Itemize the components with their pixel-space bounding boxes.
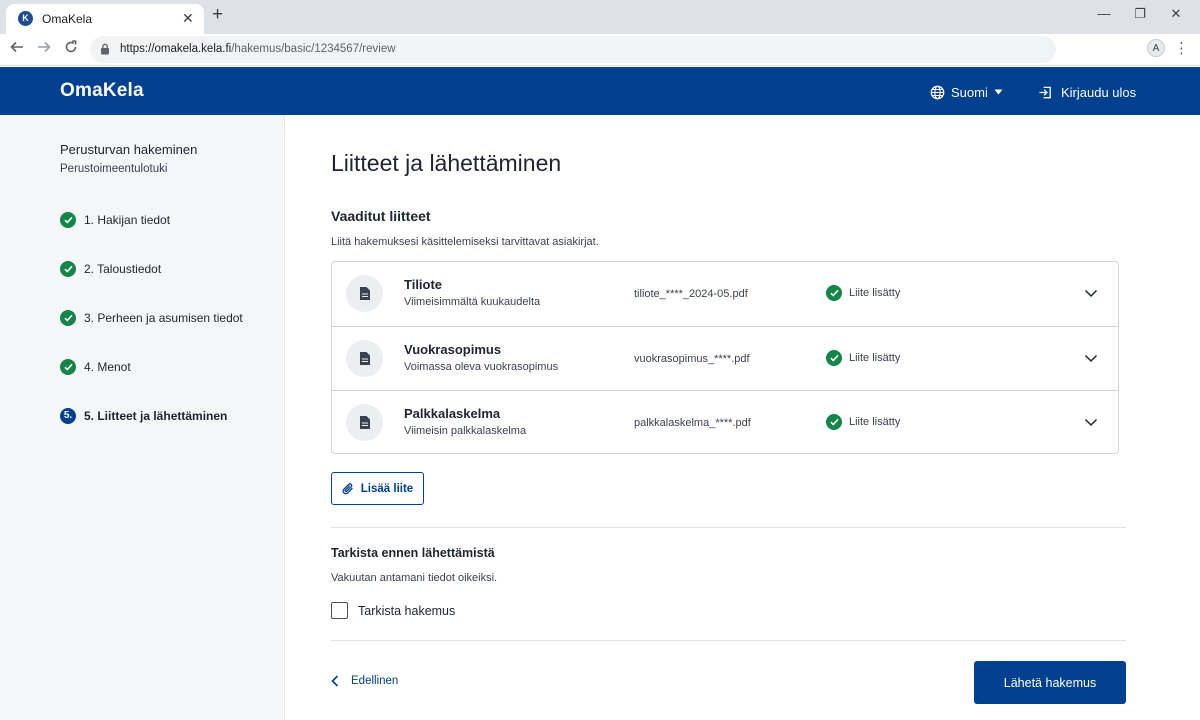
url-text: https://omakela.kela.fi/hakemus/basic/12… (120, 43, 396, 55)
check-circle-icon (60, 310, 76, 326)
paperclip-icon (342, 482, 353, 494)
logout-label: Kirjaudu ulos (1061, 84, 1137, 100)
previous-button[interactable]: Edellinen (331, 675, 398, 687)
browser-menu-icon[interactable]: ⋮ (1174, 39, 1189, 57)
check-circle-icon (60, 212, 76, 228)
footer-divider (331, 640, 1126, 641)
confirm-description: Vakuutan antamani tiedot oikeiksi. (331, 572, 498, 584)
add-attachment-button[interactable]: Lisää liite (331, 472, 424, 505)
attachment-row-palkkalaskelma[interactable]: Palkkalaskelma Viimeisin palkkalaskelma … (332, 390, 1118, 454)
step-label: 3. Perheen ja asumisen tiedot (84, 311, 243, 325)
confirm-checkbox-label: Tarkista hakemus (358, 603, 456, 618)
section-divider (331, 527, 1126, 528)
application-title: Perusturvan hakeminen (60, 142, 198, 157)
step-label: 4. Menot (84, 360, 131, 374)
steps-sidebar: Perusturvan hakeminen Perustoimeentulotu… (0, 115, 285, 720)
chevron-down-icon[interactable] (1084, 286, 1098, 300)
confirm-checkbox-row[interactable]: Tarkista hakemus (331, 602, 455, 619)
attachment-row-tiliote[interactable]: Tiliote Viimeisimmältä kuukaudelta tilio… (332, 262, 1118, 326)
attachment-list: Tiliote Viimeisimmältä kuukaudelta tilio… (331, 261, 1119, 454)
step-label: 2. Taloustiedot (84, 262, 162, 276)
attachment-filename: tiliote_****_2024-05.pdf (634, 288, 748, 300)
attachment-name: Vuokrasopimus (404, 342, 502, 357)
language-label: Suomi (951, 84, 988, 100)
logout-button[interactable]: Kirjaudu ulos (1038, 82, 1136, 102)
reload-icon[interactable] (60, 39, 82, 61)
previous-label: Edellinen (351, 675, 399, 687)
check-circle-icon (826, 414, 842, 430)
attachment-name: Tiliote (404, 277, 443, 292)
required-attachments-heading: Vaaditut liitteet (331, 208, 431, 224)
step-family-housing[interactable]: 3. Perheen ja asumisen tiedot (60, 309, 243, 327)
step-attachments-submit[interactable]: 5. 5. Liitteet ja lähettäminen (60, 407, 227, 425)
attachment-name: Palkkalaskelma (404, 406, 501, 421)
check-circle-icon (826, 285, 842, 301)
check-circle-icon (60, 359, 76, 375)
step-label: 5. Liitteet ja lähettäminen (84, 409, 228, 423)
document-icon (346, 404, 383, 441)
attachment-status: Liite lisätty (826, 414, 900, 430)
app-header: OmaKela Suomi Kirjaudu ulos (0, 67, 1200, 115)
omakela-logo[interactable]: OmaKela (60, 80, 144, 102)
required-attachments-description: Liitä hakemuksesi käsittelemiseksi tarvi… (331, 236, 599, 248)
attachment-row-vuokrasopimus[interactable]: Vuokrasopimus Voimassa oleva vuokrasopim… (332, 326, 1118, 390)
submit-application-button[interactable]: Lähetä hakemus (974, 661, 1126, 704)
attachment-description: Viimeisimmältä kuukaudelta (404, 296, 541, 308)
chevron-down-icon[interactable] (1084, 351, 1098, 365)
add-attachment-label: Lisää liite (360, 482, 414, 495)
lock-icon (101, 43, 109, 55)
confirm-checkbox[interactable] (331, 602, 348, 619)
browser-tab-bar: K OmaKela ✕ + — ❐ ✕ (0, 0, 1200, 34)
attachment-filename: vuokrasopimus_****.pdf (634, 353, 750, 365)
attachment-status: Liite lisätty (826, 350, 900, 366)
step-applicant-info[interactable]: 1. Hakijan tiedot (60, 211, 170, 229)
attachment-description: Voimassa oleva vuokrasopimus (404, 361, 559, 373)
attachment-status-label: Liite lisätty (849, 416, 901, 428)
browser-tab[interactable]: K OmaKela ✕ (6, 4, 204, 34)
language-selector[interactable]: Suomi (930, 82, 1003, 102)
check-circle-icon (826, 350, 842, 366)
step-expenses[interactable]: 4. Menot (60, 358, 131, 376)
back-arrow-icon[interactable] (6, 39, 28, 61)
document-icon (346, 275, 383, 312)
globe-icon (930, 85, 945, 99)
browser-toolbar: https://omakela.kela.fi/hakemus/basic/12… (0, 34, 1200, 66)
attachment-status-label: Liite lisätty (849, 352, 901, 364)
window-close-icon[interactable]: ✕ (1166, 6, 1186, 22)
new-tab-icon[interactable]: + (212, 4, 223, 26)
attachment-description: Viimeisin palkkalaskelma (404, 425, 527, 437)
page-title: Liitteet ja lähettäminen (331, 150, 562, 176)
caret-down-icon (994, 89, 1003, 95)
kela-favicon-icon: K (18, 11, 33, 26)
chevron-left-icon (331, 675, 339, 687)
application-subtitle: Perustoimeentulotuki (60, 163, 168, 175)
attachment-filename: palkkalaskelma_****.pdf (634, 417, 751, 429)
attachment-status-label: Liite lisätty (849, 287, 901, 299)
step-finances[interactable]: 2. Taloustiedot (60, 260, 161, 278)
document-icon (346, 340, 383, 377)
confirm-heading: Tarkista ennen lähettämistä (331, 546, 495, 560)
profile-avatar[interactable]: A (1147, 39, 1165, 57)
address-bar[interactable]: https://omakela.kela.fi/hakemus/basic/12… (90, 36, 1056, 63)
attachment-status: Liite lisätty (826, 285, 900, 301)
step-label: 1. Hakijan tiedot (84, 213, 171, 227)
maximize-icon[interactable]: ❐ (1130, 6, 1150, 22)
tab-close-icon[interactable]: ✕ (182, 10, 194, 26)
check-circle-icon (60, 261, 76, 277)
tab-title: OmaKela (42, 12, 93, 26)
forward-arrow-icon[interactable] (33, 39, 55, 61)
logout-icon (1039, 86, 1051, 98)
minimize-icon[interactable]: — (1094, 6, 1114, 21)
chevron-down-icon[interactable] (1084, 415, 1098, 429)
step-number-badge: 5. (60, 408, 76, 424)
